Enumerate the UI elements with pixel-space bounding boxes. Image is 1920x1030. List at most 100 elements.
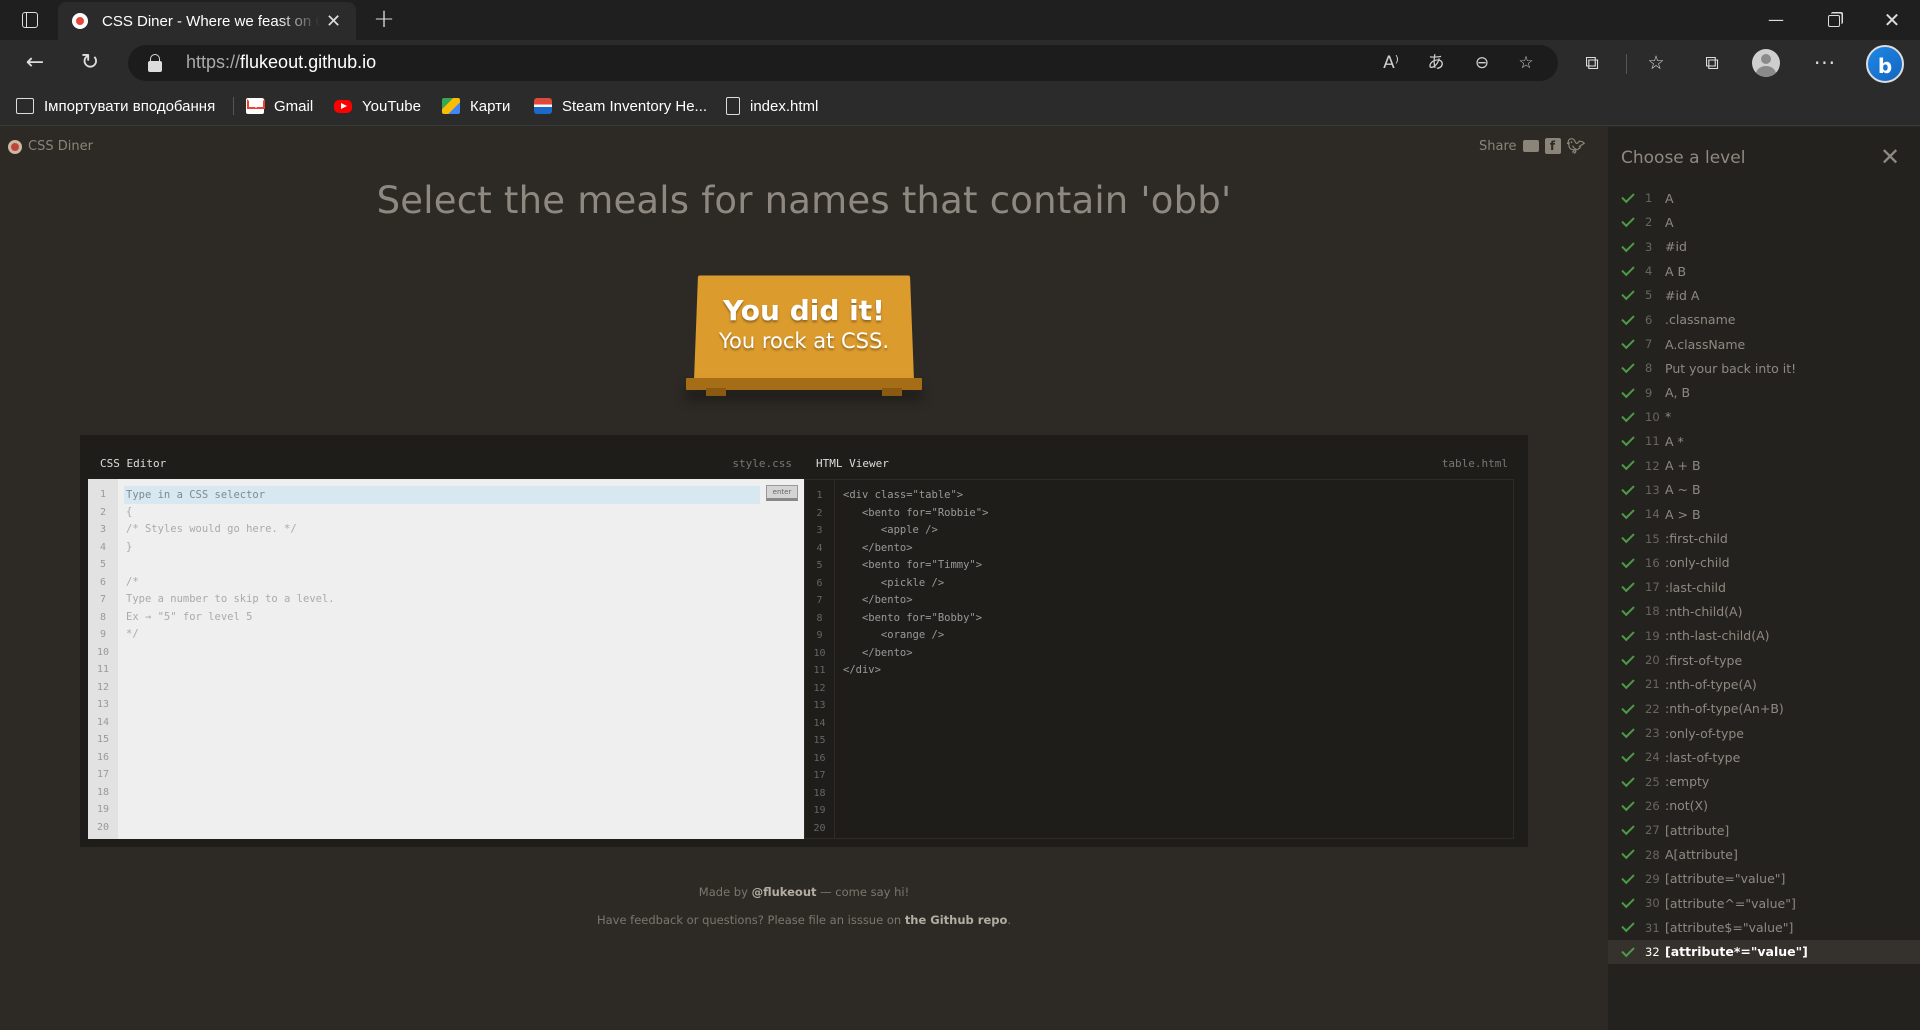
url-text[interactable]: https://flukeout.github.io — [186, 52, 376, 73]
translate-icon[interactable]: あ — [1423, 51, 1449, 75]
line-number: 1 — [99, 489, 107, 500]
level-number: 32 — [1645, 944, 1660, 959]
address-bar[interactable]: https://flukeout.github.io A⁾ あ ⊖ ☆ — [128, 45, 1558, 81]
extensions-icon[interactable]: ⧉ — [1577, 48, 1607, 78]
level-item-28[interactable]: 28 A[attribute] — [1608, 842, 1920, 866]
facebook-icon[interactable]: f — [1544, 138, 1561, 154]
checkmark-icon — [1621, 287, 1635, 301]
bookmark-index-html[interactable]: index.html — [726, 95, 818, 117]
footer: Made by @flukeout — come say hi! Have fe… — [0, 878, 1608, 934]
bookmark-maps[interactable]: Карти — [442, 95, 510, 117]
level-item-21[interactable]: 21:nth-of-type(A) — [1608, 672, 1920, 696]
level-item-8[interactable]: 8 Put your back into it! — [1608, 356, 1920, 380]
table-leg — [882, 388, 902, 396]
checkmark-icon — [1621, 189, 1635, 204]
level-item-32[interactable]: 32 [attribute*="value"] — [1608, 939, 1920, 964]
minimize-button[interactable]: — — [1748, 0, 1804, 40]
level-item-1[interactable]: 1A — [1608, 186, 1920, 210]
bookmarks-divider — [233, 97, 234, 115]
css-selector-input[interactable] — [124, 486, 760, 504]
level-item-5[interactable]: 5 #id A — [1608, 283, 1920, 307]
line-number: 17 — [96, 769, 110, 780]
favorites-icon[interactable]: ☆ — [1641, 48, 1671, 78]
level-item-30[interactable]: 30 [attribute^="value"] — [1608, 891, 1920, 915]
read-aloud-icon[interactable]: A⁾ — [1378, 51, 1404, 75]
bookmark-gmail[interactable]: Gmail — [246, 95, 313, 117]
line-numbers: 1 2 3 4 5 6 7 8 9 10 11 12 13 14 15 16 17 18 19 20 — [805, 480, 835, 838]
level-item-10[interactable]: 10 * — [1608, 405, 1920, 429]
level-item-27[interactable]: 27 [attribute] — [1608, 818, 1920, 842]
bookmark-import[interactable]: Імпортувати вподобання — [16, 95, 215, 117]
collections-icon[interactable]: ⧉ — [1697, 48, 1727, 78]
level-item-2[interactable]: 2A — [1608, 210, 1920, 234]
close-icon[interactable]: ✕ — [1876, 143, 1904, 171]
level-item-26[interactable]: 26:not(X) — [1608, 794, 1920, 818]
level-item-4[interactable]: 4 A B — [1608, 259, 1920, 283]
reload-icon[interactable]: ↻ — [72, 46, 108, 80]
code-line: </bento> — [843, 541, 913, 554]
flukeout-link[interactable]: @flukeout — [752, 885, 817, 899]
bookmark-label: Gmail — [274, 97, 314, 115]
add-favorite-icon[interactable]: ☆ — [1513, 51, 1539, 75]
level-number: 7 — [1645, 337, 1653, 352]
checkmark-icon — [1621, 943, 1635, 957]
line-number: 13 — [96, 699, 110, 710]
copilot-icon[interactable]: b — [1866, 45, 1904, 83]
line-number: 3 — [816, 525, 823, 536]
lock-icon[interactable] — [148, 54, 162, 72]
level-item-31[interactable]: 31 [attribute$="value"] — [1608, 915, 1920, 939]
level-item-29[interactable]: 29 [attribute="value"] — [1608, 867, 1920, 891]
bookmark-youtube[interactable]: YouTube — [334, 95, 421, 117]
level-item-22[interactable]: 22:nth-of-type(An+B) — [1608, 697, 1920, 721]
checkmark-icon — [1621, 457, 1635, 471]
css-editor-body[interactable]: 1 2 3 4 5 6 7 8 9 10 11 12 13 14 15 16 17 18 19 20 {/* Styl… — [88, 479, 804, 839]
github-repo-link[interactable]: the Github repo — [905, 913, 1008, 927]
line-number: 3 — [99, 524, 107, 535]
browser-tab[interactable]: CSS Diner - Where we feast on CSS Select… — [58, 2, 356, 40]
tab-close-icon[interactable]: ✕ — [326, 11, 341, 32]
level-item-15[interactable]: 15:first-child — [1608, 526, 1920, 550]
level-item-25[interactable]: 25:empty — [1608, 770, 1920, 794]
level-number: 27 — [1645, 823, 1660, 838]
restore-button[interactable] — [1806, 0, 1862, 40]
level-item-12[interactable]: 12 A + B — [1608, 453, 1920, 477]
tab-actions-icon[interactable] — [12, 8, 48, 32]
level-name: [attribute] — [1665, 822, 1730, 838]
level-item-6[interactable]: 6 .classname — [1608, 308, 1920, 332]
level-item-7[interactable]: 7 A.className — [1608, 332, 1920, 356]
level-item-14[interactable]: 14 A > B — [1608, 502, 1920, 526]
checkmark-icon — [1621, 214, 1635, 228]
twitter-icon[interactable]: 🐦︎ — [1567, 138, 1586, 155]
bookmark-label: Імпортувати вподобання — [44, 97, 216, 115]
level-item-9[interactable]: 9 A, B — [1608, 381, 1920, 405]
email-icon[interactable] — [1522, 140, 1539, 152]
level-item-24[interactable]: 24:last-of-type — [1608, 745, 1920, 769]
level-item-17[interactable]: 17:last-child — [1608, 575, 1920, 599]
checkmark-icon — [1621, 627, 1635, 641]
profile-avatar[interactable] — [1752, 49, 1780, 77]
zoom-out-icon[interactable]: ⊖ — [1469, 51, 1495, 75]
code-line: { — [126, 505, 133, 518]
enter-button[interactable]: enter — [766, 485, 798, 501]
level-item-20[interactable]: 20:first-of-type — [1608, 648, 1920, 672]
more-options-icon[interactable]: ··· — [1810, 48, 1840, 78]
checkmark-icon — [1621, 919, 1635, 933]
line-numbers: 1 2 3 4 5 6 7 8 9 10 11 12 13 14 15 16 17 18 19 20 — [88, 479, 118, 839]
checkmark-icon — [1621, 384, 1635, 398]
level-number: 10 — [1645, 409, 1660, 424]
logo[interactable]: CSS Diner — [8, 139, 93, 154]
level-item-23[interactable]: 23:only-of-type — [1608, 721, 1920, 745]
level-item-19[interactable]: 19:nth-last-child(A) — [1608, 624, 1920, 648]
new-tab-button[interactable]: + — [368, 4, 400, 36]
level-name: A * — [1665, 433, 1684, 449]
level-item-16[interactable]: 16:only-child — [1608, 551, 1920, 575]
level-item-18[interactable]: 18:nth-child(A) — [1608, 599, 1920, 623]
bookmark-steam[interactable]: Steam Inventory He... — [534, 95, 707, 117]
back-arrow-icon[interactable]: ← — [17, 46, 53, 80]
level-item-11[interactable]: 11 A * — [1608, 429, 1920, 453]
code-line: <bento for="Bobby"> — [843, 611, 983, 624]
checkmark-icon — [1621, 748, 1635, 763]
level-item-13[interactable]: 13 A ~ B — [1608, 478, 1920, 502]
window-close-button[interactable]: ✕ — [1864, 0, 1920, 40]
level-item-3[interactable]: 3 #id — [1608, 235, 1920, 259]
